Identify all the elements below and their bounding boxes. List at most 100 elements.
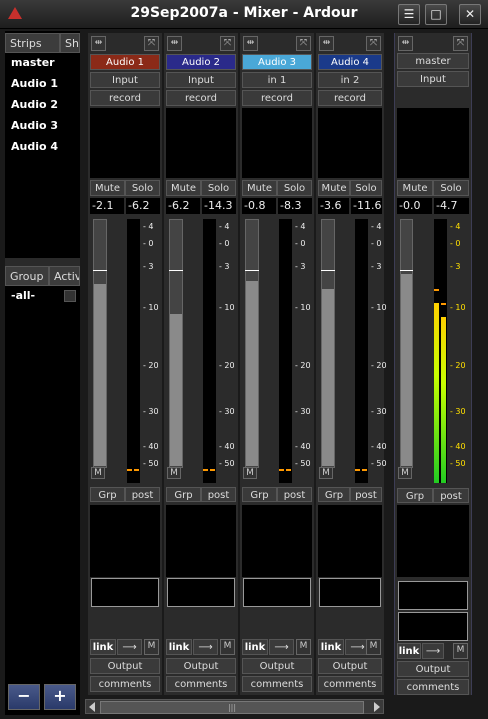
mute-button[interactable]: Mute: [166, 180, 201, 196]
solo-button[interactable]: Solo: [277, 180, 312, 196]
link-button[interactable]: link: [397, 643, 421, 659]
solo-button[interactable]: Solo: [125, 180, 160, 196]
gain-display[interactable]: -0.8: [242, 198, 276, 214]
show-header[interactable]: Sh: [60, 33, 80, 53]
input-button[interactable]: Input: [166, 72, 236, 88]
width-toggle-icon[interactable]: ⇹: [167, 36, 182, 51]
strip-name-button[interactable]: Audio 3: [242, 54, 312, 70]
output-button[interactable]: Output: [242, 658, 312, 674]
peak-display[interactable]: -8.3: [278, 198, 312, 214]
strip-list-item[interactable]: Audio 2: [11, 98, 58, 111]
record-button[interactable]: record: [166, 90, 236, 106]
meter-point-button[interactable]: post: [350, 487, 382, 502]
gain-display[interactable]: -3.6: [318, 198, 349, 214]
hide-strip-icon[interactable]: ⤧: [366, 36, 381, 51]
link-button[interactable]: link: [166, 639, 192, 655]
strips-scrollbar[interactable]: |||: [85, 699, 384, 714]
scroll-right-icon[interactable]: [374, 702, 380, 712]
pan-automation-button[interactable]: M: [220, 639, 235, 655]
remove-group-button[interactable]: −: [8, 684, 40, 710]
maximize-button[interactable]: □: [425, 4, 447, 25]
record-button[interactable]: record: [90, 90, 160, 106]
solo-button[interactable]: Solo: [201, 180, 236, 196]
hide-strip-icon[interactable]: ⤧: [220, 36, 235, 51]
meter-point-button[interactable]: post: [201, 487, 236, 502]
strip-name-button[interactable]: Audio 4: [318, 54, 382, 70]
panner[interactable]: [398, 581, 468, 610]
strip-name-button[interactable]: Audio 1: [90, 54, 160, 70]
gain-display[interactable]: -2.1: [90, 198, 124, 214]
pan-direction-icon[interactable]: ⟶: [117, 639, 142, 655]
peak-display[interactable]: -11.6: [351, 198, 382, 214]
gain-display[interactable]: -0.0: [397, 198, 432, 214]
group-header[interactable]: Group: [5, 266, 49, 286]
pan-automation-button[interactable]: M: [144, 639, 159, 655]
input-button[interactable]: Input: [90, 72, 160, 88]
width-toggle-icon[interactable]: ⇹: [319, 36, 334, 51]
input-button[interactable]: Input: [397, 71, 469, 87]
output-button[interactable]: Output: [166, 658, 236, 674]
output-button[interactable]: Output: [90, 658, 160, 674]
strip-list-item[interactable]: Audio 4: [11, 140, 58, 153]
input-button[interactable]: in 1: [242, 72, 312, 88]
comments-button[interactable]: comments: [318, 676, 382, 692]
strips-header[interactable]: Strips: [5, 33, 60, 53]
hide-strip-icon[interactable]: ⤧: [144, 36, 159, 51]
pan-automation-button[interactable]: M: [366, 639, 381, 655]
scrollbar-thumb[interactable]: |||: [100, 701, 364, 714]
panner[interactable]: [91, 578, 159, 607]
automation-mode-button[interactable]: M: [398, 467, 412, 479]
width-toggle-icon[interactable]: ⇹: [243, 36, 258, 51]
strip-list-item[interactable]: Audio 1: [11, 77, 58, 90]
hide-strip-icon[interactable]: ⤧: [453, 36, 468, 51]
hide-strip-icon[interactable]: ⤧: [296, 36, 311, 51]
peak-display[interactable]: -14.3: [202, 198, 236, 214]
group-button[interactable]: Grp: [242, 487, 277, 502]
pan-direction-icon[interactable]: ⟶: [269, 639, 294, 655]
solo-button[interactable]: Solo: [433, 180, 469, 196]
meter-point-button[interactable]: post: [433, 488, 469, 503]
active-header[interactable]: Activ: [49, 266, 80, 286]
pan-direction-icon[interactable]: ⟶: [422, 643, 444, 659]
meter-point-button[interactable]: post: [125, 487, 160, 502]
group-list-item[interactable]: -all-: [11, 289, 35, 302]
meter-point-button[interactable]: post: [277, 487, 312, 502]
automation-mode-button[interactable]: M: [243, 467, 257, 479]
mute-button[interactable]: Mute: [397, 180, 433, 196]
peak-display[interactable]: -6.2: [126, 198, 160, 214]
output-button[interactable]: Output: [397, 661, 469, 677]
menu-button[interactable]: ☰: [398, 4, 420, 25]
mute-button[interactable]: Mute: [242, 180, 277, 196]
pan-automation-button[interactable]: M: [296, 639, 311, 655]
panner[interactable]: [398, 612, 468, 641]
link-button[interactable]: link: [242, 639, 268, 655]
pan-direction-icon[interactable]: ⟶: [193, 639, 218, 655]
strip-name-button[interactable]: Audio 2: [166, 54, 236, 70]
automation-mode-button[interactable]: M: [91, 467, 105, 479]
mute-button[interactable]: Mute: [90, 180, 125, 196]
add-group-button[interactable]: +: [44, 684, 76, 710]
peak-display[interactable]: -4.7: [434, 198, 469, 214]
close-button[interactable]: ✕: [459, 4, 481, 25]
link-button[interactable]: link: [318, 639, 344, 655]
mute-button[interactable]: Mute: [318, 180, 350, 196]
solo-button[interactable]: Solo: [350, 180, 382, 196]
group-button[interactable]: Grp: [166, 487, 201, 502]
comments-button[interactable]: comments: [166, 676, 236, 692]
automation-mode-button[interactable]: M: [167, 467, 181, 479]
group-button[interactable]: Grp: [318, 487, 350, 502]
strip-name-button[interactable]: master: [397, 53, 469, 69]
group-active-checkbox[interactable]: [64, 290, 76, 302]
link-button[interactable]: link: [90, 639, 116, 655]
width-toggle-icon[interactable]: ⇹: [398, 36, 413, 51]
scroll-left-icon[interactable]: [89, 702, 95, 712]
strip-list-item[interactable]: Audio 3: [11, 119, 58, 132]
record-button[interactable]: record: [242, 90, 312, 106]
comments-button[interactable]: comments: [397, 679, 469, 695]
input-button[interactable]: in 2: [318, 72, 382, 88]
automation-mode-button[interactable]: M: [319, 467, 333, 479]
width-toggle-icon[interactable]: ⇹: [91, 36, 106, 51]
pan-automation-button[interactable]: M: [453, 643, 468, 659]
pane-divider[interactable]: [5, 258, 80, 266]
gain-display[interactable]: -6.2: [166, 198, 200, 214]
